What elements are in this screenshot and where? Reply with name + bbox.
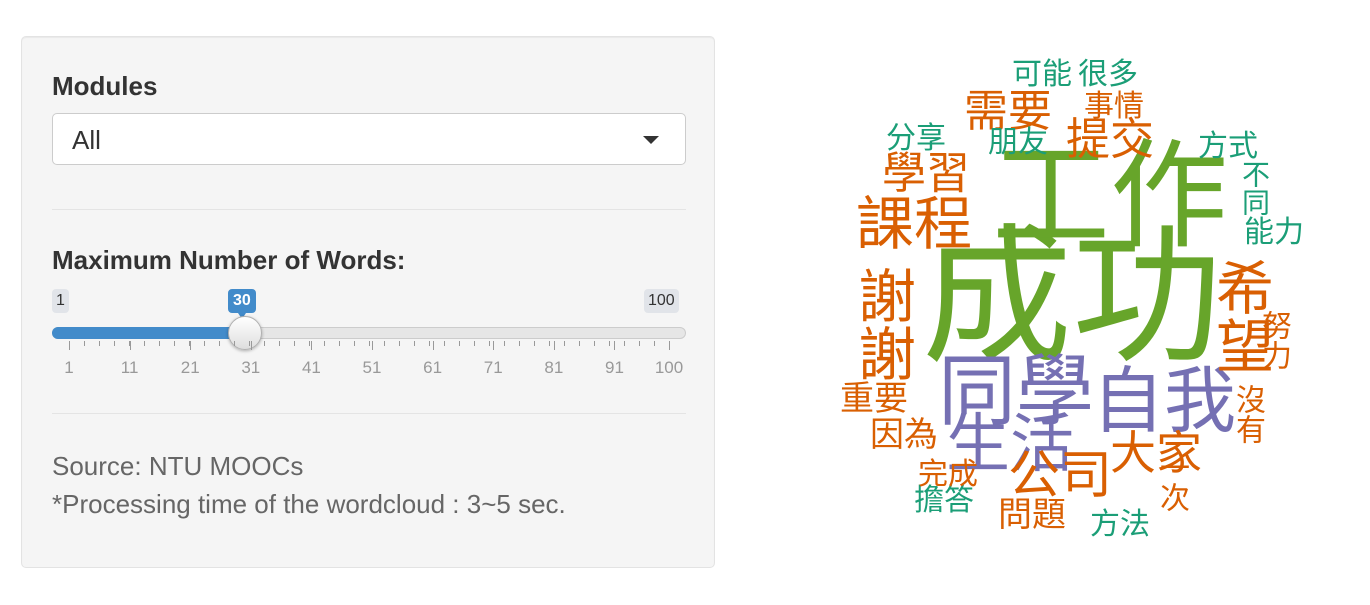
slider-major-tick xyxy=(553,341,555,350)
slider-tick xyxy=(84,341,85,346)
word: 事情 xyxy=(1084,90,1144,123)
slider-tick xyxy=(159,341,160,346)
word: 謝謝 xyxy=(849,266,914,382)
wordcloud: 成功 工作 同學 自我 生活 謝謝 課程 希望 公司 大家 學習 需要 提交 事… xyxy=(820,40,1320,570)
slider-tick xyxy=(594,341,595,346)
word: 朋友 xyxy=(988,126,1048,159)
slider-tick xyxy=(174,341,175,346)
slider-tick xyxy=(474,341,475,346)
word: 一次 xyxy=(1155,452,1188,512)
chevron-down-icon xyxy=(643,136,659,144)
slider-tick xyxy=(354,341,355,346)
max-words-label: Maximum Number of Words: xyxy=(52,245,406,275)
slider-tick xyxy=(369,341,370,346)
slider-tick-label: 11 xyxy=(120,358,139,377)
slider-tick xyxy=(384,341,385,346)
source-text: Source: NTU MOOCs xyxy=(52,451,304,481)
modules-selected-value: All xyxy=(72,125,101,155)
word: 課程 xyxy=(856,192,973,257)
slider-tick xyxy=(504,341,505,346)
word: 方法 xyxy=(1090,508,1150,541)
slider-tick xyxy=(264,341,265,346)
slider-tick-label: 71 xyxy=(483,358,503,377)
slider-major-tick xyxy=(250,341,252,350)
word: 完成 xyxy=(918,458,978,491)
sidebar-panel: Modules All Maximum Number of Words: 1 1… xyxy=(21,36,715,568)
slider-tick-label: 81 xyxy=(544,358,564,377)
slider-tick xyxy=(489,341,490,346)
word: 沒有 xyxy=(1231,384,1264,444)
slider-handle[interactable] xyxy=(227,316,262,350)
slider-tick-label: 41 xyxy=(301,358,321,377)
slider-major-tick xyxy=(372,341,374,350)
slider-tick xyxy=(399,341,400,346)
slider-major-tick xyxy=(614,341,616,350)
slider-value-label: 30 xyxy=(228,289,256,319)
slider-tick xyxy=(339,341,340,346)
word: 因為 xyxy=(870,416,938,454)
slider-tick-label: 1 xyxy=(64,358,74,377)
slider-tick xyxy=(309,341,310,346)
word: 可能 xyxy=(1012,58,1072,91)
word: 公司 xyxy=(1008,447,1113,505)
slider-major-tick xyxy=(493,341,495,350)
slider-min-label: 1 xyxy=(52,289,69,313)
slider-tick-label: 61 xyxy=(423,358,443,377)
slider-major-tick xyxy=(432,341,434,350)
slider-tick xyxy=(204,341,205,346)
slider-tick-label: 100 xyxy=(654,358,684,377)
word: 提交 xyxy=(1066,115,1154,164)
slider-tick-label: 91 xyxy=(604,358,624,377)
slider-major-tick xyxy=(311,341,313,350)
slider-tick xyxy=(609,341,610,346)
modules-select[interactable]: All xyxy=(52,113,686,165)
slider-tick xyxy=(144,341,145,346)
slider-tick xyxy=(459,341,460,346)
slider-tick xyxy=(444,341,445,346)
slider-tick xyxy=(114,341,115,346)
slider-max-label: 100 xyxy=(644,289,679,313)
divider xyxy=(52,209,686,210)
slider-tick xyxy=(414,341,415,346)
word: 不同 xyxy=(1239,160,1270,216)
slider-major-tick xyxy=(69,341,70,350)
slider-major-tick xyxy=(190,341,192,350)
processing-note: *Processing time of the wordcloud : 3~5 … xyxy=(52,489,566,519)
slider-tick xyxy=(549,341,550,346)
slider-tick xyxy=(639,341,640,346)
slider-tick xyxy=(579,341,580,346)
word: 分享 xyxy=(886,122,946,155)
slider-tick xyxy=(324,341,325,346)
slider-tick xyxy=(234,341,235,346)
slider-tick xyxy=(219,341,220,346)
slider-tick xyxy=(564,341,565,346)
word: 很多 xyxy=(1078,58,1138,91)
slider-tick xyxy=(519,341,520,346)
slider-tick xyxy=(279,341,280,346)
slider-major-tick xyxy=(669,341,670,350)
divider xyxy=(52,413,686,414)
slider-tick-label: 31 xyxy=(241,358,261,377)
slider-tick xyxy=(534,341,535,346)
word: 方式 xyxy=(1198,130,1258,163)
modules-label: Modules xyxy=(52,71,158,101)
word: 學習 xyxy=(882,149,970,198)
slider-fill xyxy=(52,327,245,339)
slider-tick xyxy=(624,341,625,346)
word: 問題 xyxy=(998,496,1066,534)
slider-tick-label: 21 xyxy=(180,358,200,377)
word: 努力 xyxy=(1257,310,1290,370)
slider-major-tick xyxy=(129,341,131,350)
word: 能力 xyxy=(1244,216,1304,249)
slider-tick xyxy=(99,341,100,346)
slider-tick xyxy=(294,341,295,346)
slider-tick-label: 51 xyxy=(362,358,382,377)
word: 重要 xyxy=(840,380,908,418)
slider-tick xyxy=(429,341,430,346)
slider-tick xyxy=(654,341,655,346)
